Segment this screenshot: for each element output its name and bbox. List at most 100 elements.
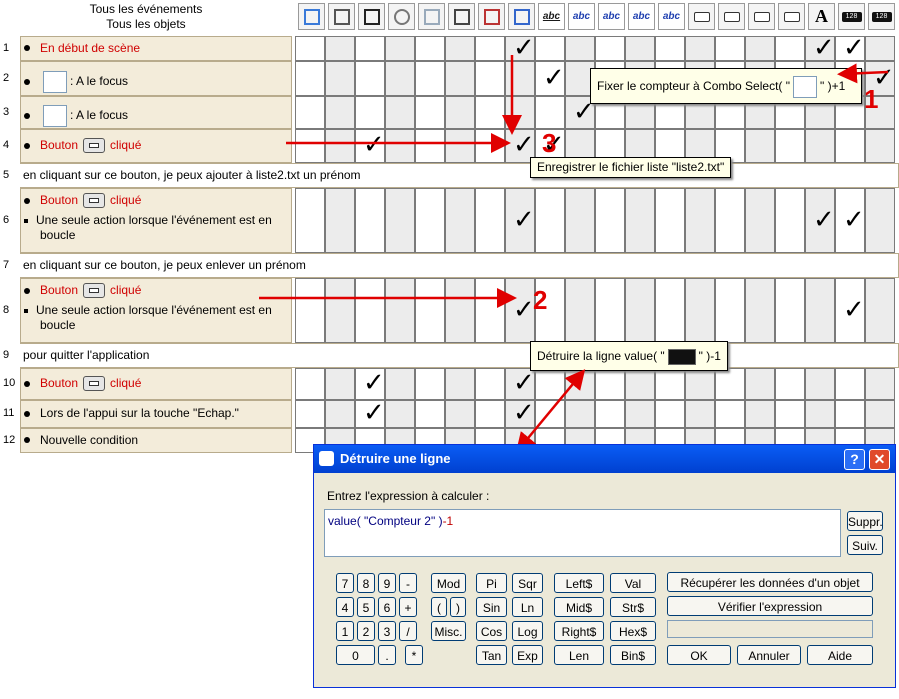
action-cell[interactable]	[775, 368, 805, 400]
action-cell[interactable]	[295, 61, 325, 96]
action-cell[interactable]	[565, 36, 595, 61]
paren-open-key[interactable]: (	[431, 597, 447, 617]
action-cell[interactable]	[745, 368, 775, 400]
action-cell[interactable]	[325, 96, 355, 129]
action-cell[interactable]	[625, 36, 655, 61]
suppr-button[interactable]: Suppr.	[847, 511, 883, 531]
calc-key[interactable]: 8	[357, 573, 375, 593]
string-func-key[interactable]: Bin$	[610, 645, 656, 665]
action-cell[interactable]	[295, 368, 325, 400]
action-cell[interactable]	[295, 400, 325, 428]
action-cell[interactable]	[745, 36, 775, 61]
action-cell[interactable]	[775, 278, 805, 343]
calc-key[interactable]: 1	[336, 621, 354, 641]
calc-key[interactable]: 4	[336, 597, 354, 617]
action-checkmark[interactable]: ✓	[513, 370, 535, 396]
string-func-key[interactable]: Val	[610, 573, 656, 593]
action-cell[interactable]	[445, 400, 475, 428]
func-key[interactable]: Cos	[476, 621, 507, 641]
action-cell[interactable]	[775, 400, 805, 428]
action-cell[interactable]	[415, 188, 445, 253]
multiply-key[interactable]: *	[405, 645, 423, 665]
action-cell[interactable]	[685, 36, 715, 61]
action-cell[interactable]	[385, 400, 415, 428]
action-cell[interactable]	[295, 129, 325, 163]
action-cell[interactable]	[325, 188, 355, 253]
calc-key[interactable]: +	[399, 597, 417, 617]
action-cell[interactable]	[445, 96, 475, 129]
comment-row[interactable]: en cliquant sur ce bouton, je peux ajout…	[20, 163, 899, 188]
action-cell[interactable]	[745, 129, 775, 163]
action-cell[interactable]	[655, 278, 685, 343]
application-icon[interactable]	[298, 3, 325, 30]
verify-expression-button[interactable]: Vérifier l'expression	[667, 596, 873, 616]
comment-row[interactable]: en cliquant sur ce bouton, je peux enlev…	[20, 253, 899, 278]
action-cell[interactable]	[865, 129, 895, 163]
action-cell[interactable]	[415, 278, 445, 343]
action-cell[interactable]	[385, 188, 415, 253]
action-cell[interactable]	[445, 36, 475, 61]
action-cell[interactable]	[775, 36, 805, 61]
text-abc-icon[interactable]: abc	[598, 3, 625, 30]
action-cell[interactable]	[835, 368, 865, 400]
button-object-icon[interactable]	[748, 3, 775, 30]
action-cell[interactable]	[655, 36, 685, 61]
close-title-button[interactable]: ✕	[869, 449, 890, 470]
calc-key[interactable]: -	[399, 573, 417, 593]
timer-icon[interactable]	[388, 3, 415, 30]
action-cell[interactable]	[475, 36, 505, 61]
calc-key[interactable]: /	[399, 621, 417, 641]
action-cell[interactable]	[445, 61, 475, 96]
mouse-pointer-icon[interactable]	[478, 3, 505, 30]
action-cell[interactable]	[715, 368, 745, 400]
action-cell[interactable]	[355, 188, 385, 253]
action-cell[interactable]	[295, 188, 325, 253]
keyboard-icon[interactable]	[448, 3, 475, 30]
action-cell[interactable]	[385, 36, 415, 61]
action-cell[interactable]	[475, 129, 505, 163]
calc-key[interactable]: 9	[378, 573, 396, 593]
text-abc-icon[interactable]: abc	[568, 3, 595, 30]
help-button[interactable]: Aide	[807, 645, 873, 665]
func-key[interactable]: Ln	[512, 597, 543, 617]
action-cell[interactable]	[865, 188, 895, 253]
action-cell[interactable]	[655, 368, 685, 400]
action-cell[interactable]	[535, 368, 565, 400]
dialog-titlebar[interactable]: Détruire une ligne ? ✕	[314, 445, 895, 473]
action-cell[interactable]	[715, 278, 745, 343]
string-func-key[interactable]: Str$	[610, 597, 656, 617]
action-cell[interactable]	[835, 129, 865, 163]
action-cell[interactable]	[535, 36, 565, 61]
action-cell[interactable]	[565, 400, 595, 428]
action-cell[interactable]	[685, 188, 715, 253]
expression-input[interactable]: value( "Compteur 2" )-1	[324, 509, 841, 557]
action-checkmark[interactable]: ✓	[843, 297, 865, 323]
action-checkmark[interactable]: ✓	[543, 65, 565, 91]
string-func-key[interactable]: Right$	[554, 621, 604, 641]
action-cell[interactable]	[625, 400, 655, 428]
action-cell[interactable]	[775, 129, 805, 163]
action-cell[interactable]	[865, 278, 895, 343]
func-key[interactable]: Exp	[512, 645, 543, 665]
button-object-icon[interactable]	[718, 3, 745, 30]
action-cell[interactable]	[325, 129, 355, 163]
action-cell[interactable]	[385, 368, 415, 400]
string-func-key[interactable]: Mid$	[554, 597, 604, 617]
action-cell[interactable]	[535, 188, 565, 253]
paren-close-key[interactable]: )	[450, 597, 466, 617]
ok-button[interactable]: OK	[667, 645, 731, 665]
suiv-button[interactable]: Suiv.	[847, 535, 883, 555]
action-cell[interactable]	[565, 188, 595, 253]
zero-key[interactable]: 0	[336, 645, 375, 665]
action-cell[interactable]	[505, 96, 535, 129]
action-cell[interactable]	[445, 188, 475, 253]
func-key[interactable]: Log	[512, 621, 543, 641]
action-cell[interactable]	[625, 368, 655, 400]
action-cell[interactable]	[805, 129, 835, 163]
action-cell[interactable]	[445, 278, 475, 343]
func-key[interactable]: Sin	[476, 597, 507, 617]
action-cell[interactable]	[475, 61, 505, 96]
action-cell[interactable]	[745, 278, 775, 343]
text-abc-icon[interactable]: abc	[628, 3, 655, 30]
string-func-key[interactable]: Hex$	[610, 621, 656, 641]
